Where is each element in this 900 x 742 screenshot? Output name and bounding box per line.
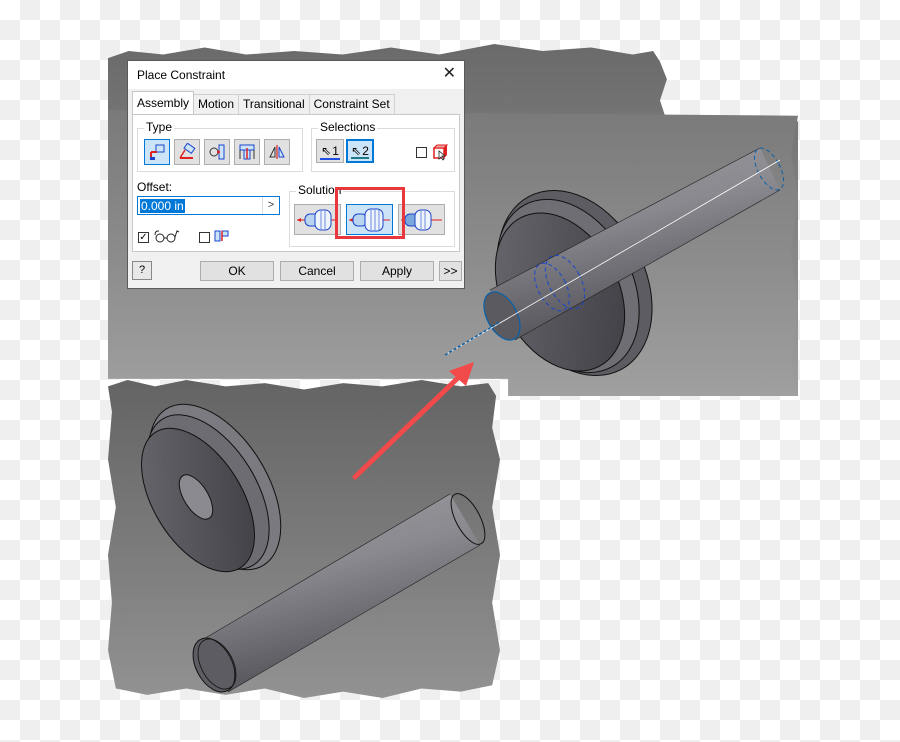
assembly-tab-panel: Type Selections ⇖ 1 ⇖ 2 Offset: 0.000 in…	[132, 114, 460, 252]
selection-2-button[interactable]: ⇖ 2	[346, 139, 374, 163]
tab-assembly[interactable]: Assembly	[132, 91, 195, 114]
predict-offset-checkbox[interactable]	[199, 232, 210, 243]
mate-solution-icon	[297, 209, 338, 231]
viewport-separate-parts-view	[108, 380, 500, 698]
mate-solution-button[interactable]	[294, 204, 341, 235]
tab-constraint-set[interactable]: Constraint Set	[308, 94, 395, 114]
close-icon[interactable]: ✕	[443, 65, 456, 83]
place-constraint-dialog: Place Constraint ✕ Assembly Motion Trans…	[127, 60, 465, 289]
selection-2-label: 2	[362, 144, 369, 158]
dialog-title: Place Constraint	[137, 68, 226, 82]
solution-group-label: Solution	[296, 183, 344, 197]
type-group-label: Type	[144, 120, 175, 134]
ok-button[interactable]: OK	[200, 261, 274, 281]
offset-input[interactable]: 0.000 in >	[137, 196, 280, 215]
show-preview-checkbox[interactable]: ✓	[138, 232, 149, 243]
tab-motion[interactable]: Motion	[193, 94, 240, 114]
help-icon: ?	[138, 264, 146, 276]
mate-constraint-icon	[150, 144, 165, 160]
mate-constraint-button[interactable]	[144, 139, 170, 165]
undirected-solution-button[interactable]	[398, 204, 445, 235]
type-group: Type	[137, 120, 303, 172]
cursor-arrow-icon: ⇖	[351, 144, 362, 158]
more-options-button[interactable]: >>	[439, 261, 462, 281]
cursor-arrow-icon: ⇖	[321, 144, 332, 158]
selection-2-color-bar	[351, 157, 369, 159]
pick-part-first-icon	[432, 144, 448, 161]
selection-1-color-bar	[320, 158, 340, 160]
tangent-constraint-button[interactable]	[204, 139, 230, 165]
apply-button[interactable]: Apply	[360, 261, 434, 281]
solution-group: Solution	[289, 183, 455, 247]
selections-group: Selections ⇖ 1 ⇖ 2	[311, 120, 455, 172]
flush-solution-icon	[349, 208, 390, 232]
dialog-titlebar: Place Constraint ✕	[128, 61, 464, 89]
predict-offset-icon	[214, 230, 229, 242]
pick-part-first-checkbox[interactable]	[416, 147, 427, 158]
glasses-preview-icon	[154, 230, 180, 243]
selection-1-label: 1	[332, 144, 339, 158]
tab-transitional[interactable]: Transitional	[238, 94, 310, 114]
offset-label: Offset:	[137, 180, 173, 194]
selection-1-button[interactable]: ⇖ 1	[316, 139, 344, 163]
insert-constraint-button[interactable]	[234, 139, 260, 165]
angle-constraint-icon	[179, 143, 196, 159]
angle-constraint-button[interactable]	[174, 139, 200, 165]
tangent-constraint-icon	[209, 144, 225, 160]
cancel-button[interactable]: Cancel	[280, 261, 354, 281]
symmetry-constraint-button[interactable]	[264, 139, 290, 165]
selections-group-label: Selections	[318, 120, 378, 134]
offset-menu-button[interactable]: >	[262, 197, 279, 214]
offset-value: 0.000 in	[140, 199, 185, 213]
tab-bar: Assembly Motion Transitional Constraint …	[132, 91, 395, 114]
undirected-solution-icon	[401, 209, 442, 231]
insert-constraint-icon	[239, 144, 255, 160]
symmetry-constraint-icon	[269, 145, 285, 159]
flush-solution-button[interactable]	[346, 204, 393, 235]
help-button[interactable]: ?	[132, 261, 152, 280]
